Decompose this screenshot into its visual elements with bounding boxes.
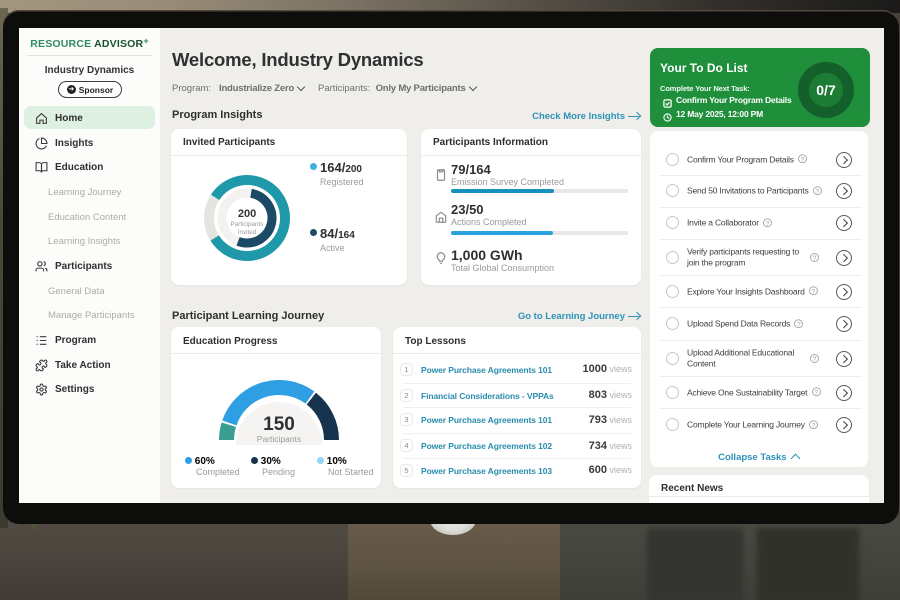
svg-text:Participants: Participants	[231, 221, 264, 228]
svg-text:200: 200	[238, 208, 256, 220]
svg-text:Invited: Invited	[238, 229, 257, 236]
svg-text:0/7: 0/7	[816, 82, 836, 98]
